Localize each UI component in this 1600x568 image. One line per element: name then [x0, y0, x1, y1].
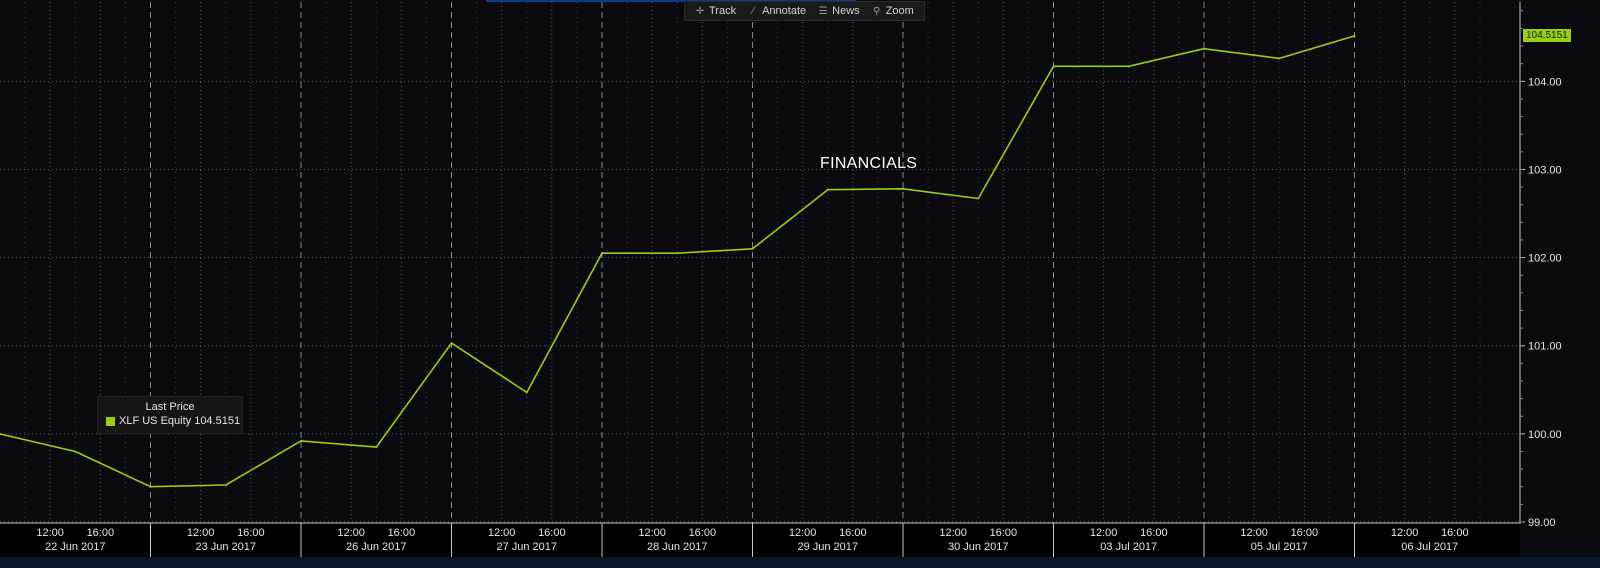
legend-entry-label: XLF US Equity 104.5151 — [119, 415, 241, 427]
y-tick-label: 101.00 — [1528, 341, 1562, 353]
news-icon: ☰ — [818, 5, 828, 17]
data-point — [601, 252, 603, 255]
annotate-label: Annotate — [762, 5, 807, 17]
legend-entry: XLF US Equity 104.5151 — [106, 415, 242, 427]
x-time-tick-label: 16:00 — [990, 527, 1018, 539]
legend-swatch — [106, 416, 115, 426]
x-date-tick-label: 29 Jun 2017 — [797, 541, 858, 553]
x-time-tick-label: 12:00 — [488, 527, 516, 539]
y-tick-label: 102.00 — [1528, 253, 1562, 265]
x-date-tick-label: 30 Jun 2017 — [948, 541, 1009, 553]
zoom-button[interactable]: ⚲ Zoom — [866, 2, 920, 20]
y-tick-label: 104.00 — [1528, 76, 1562, 88]
data-point — [149, 485, 152, 488]
track-button[interactable]: ✛ Track — [689, 2, 742, 20]
y-tick-label: 100.00 — [1528, 429, 1562, 441]
x-date-tick-label: 23 Jun 2017 — [195, 541, 256, 553]
x-date-tick-label: 22 Jun 2017 — [45, 541, 106, 553]
crosshair-icon: ✛ — [695, 5, 705, 17]
data-point — [676, 252, 679, 255]
data-point — [826, 188, 829, 191]
track-label: Track — [709, 5, 737, 17]
x-time-tick-label: 16:00 — [87, 527, 115, 539]
x-time-tick-label: 12:00 — [1240, 527, 1268, 539]
x-time-tick-label: 16:00 — [1291, 527, 1319, 539]
x-time-tick-label: 16:00 — [388, 527, 416, 539]
x-time-tick-label: 16:00 — [1441, 527, 1469, 539]
magnifier-icon: ⚲ — [872, 5, 881, 17]
x-time-tick-label: 12:00 — [1090, 527, 1118, 539]
data-point — [1278, 57, 1281, 60]
last-value-tag: 104.5151 — [1523, 28, 1571, 42]
data-point — [1353, 34, 1356, 37]
pencil-icon: ∕ — [752, 5, 754, 17]
x-time-tick-label: 12:00 — [337, 527, 365, 539]
data-point — [1052, 65, 1055, 68]
data-point — [74, 450, 77, 453]
x-time-tick-label: 12:00 — [1391, 527, 1419, 539]
data-point — [1127, 65, 1130, 68]
data-point — [902, 187, 904, 190]
x-date-tick-label: 26 Jun 2017 — [346, 541, 407, 553]
x-time-tick-label: 16:00 — [538, 527, 566, 539]
x-time-tick-label: 16:00 — [839, 527, 867, 539]
y-tick-label: 99.00 — [1528, 517, 1556, 529]
data-point — [224, 483, 227, 486]
annotate-button[interactable]: ∕ Annotate — [742, 2, 812, 20]
y-tick-label: 103.00 — [1528, 164, 1562, 176]
x-time-tick-label: 16:00 — [689, 527, 717, 539]
legend-title: Last Price — [145, 401, 195, 413]
x-time-tick-label: 12:00 — [638, 527, 666, 539]
data-point — [751, 247, 754, 250]
news-label: News — [832, 5, 860, 17]
x-time-tick-label: 12:00 — [187, 527, 215, 539]
x-time-tick-label: 12:00 — [939, 527, 967, 539]
legend[interactable]: Last Price XLF US Equity 104.5151 — [97, 396, 243, 434]
news-button[interactable]: ☰ News — [812, 2, 866, 20]
chart-title: FINANCIALS — [820, 155, 918, 172]
data-point — [450, 342, 453, 345]
x-date-tick-label: 06 Jul 2017 — [1401, 541, 1458, 553]
x-date-tick-label: 05 Jul 2017 — [1251, 541, 1308, 553]
data-point — [1203, 47, 1205, 50]
price-chart: 99.00 100.00 101.00 102.00 103.00 104.00 12:00… — [0, 0, 1600, 568]
x-time-tick-label: 16:00 — [1140, 527, 1168, 539]
x-time-tick-label: 16:00 — [237, 527, 265, 539]
chart-toolbar: ✛ Track ∕ Annotate ☰ News ⚲ Zoom — [684, 1, 925, 21]
x-date-tick-label: 27 Jun 2017 — [496, 541, 557, 553]
plot-background — [0, 0, 1600, 568]
x-time-tick-label: 12:00 — [36, 527, 64, 539]
x-time-tick-label: 12:00 — [789, 527, 817, 539]
data-point — [375, 446, 378, 449]
zoom-label: Zoom — [885, 5, 914, 17]
bottom-status-strip — [0, 557, 1600, 568]
x-date-tick-label: 28 Jun 2017 — [647, 541, 708, 553]
x-date-tick-label: 03 Jul 2017 — [1100, 541, 1157, 553]
data-point — [977, 197, 980, 200]
data-point — [300, 439, 302, 442]
data-point — [525, 391, 528, 394]
